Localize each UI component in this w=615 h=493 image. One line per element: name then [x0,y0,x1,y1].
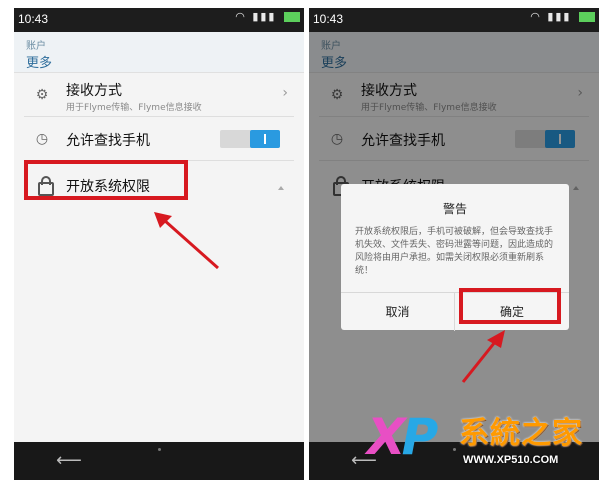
setting-subtitle: 用于Flyme传输、Flyme信息接收 [66,103,202,113]
setting-receive-mode[interactable]: ⚙ 接收方式 用于Flyme传输、Flyme信息接收 › [24,74,294,117]
highlight-box [459,288,561,324]
expand-icon [278,186,284,190]
chevron-right-icon: › [282,85,288,101]
phone-screen-left: 10:43 ◠ ▮▮▮ 账户 更多 ⚙ 接收方式 用于Flyme传输、Flyme… [14,8,304,480]
status-bar: 10:43 ◠ ▮▮▮ [14,8,304,32]
status-time: 10:43 [313,12,344,26]
pointer-arrow [154,212,219,270]
highlight-box [24,160,188,200]
dialog-title: 警告 [442,202,467,216]
find-phone-toggle[interactable] [220,130,280,148]
watermark-logo: XP 系統之家 WWW.XP510.COM [367,404,607,484]
battery-icon [284,12,300,22]
toggle-knob [250,130,280,148]
dialog-message: 开放系统权限后，手机可被破解，但会导致查找手机失效、文件丢失、密码泄露等问题，因… [355,227,554,276]
cancel-button[interactable]: 取消 [341,293,455,331]
status-time: 10:43 [18,12,49,26]
breadcrumb[interactable]: 账户 [26,37,46,52]
page-title: 更多 [26,56,53,71]
battery-icon [579,12,595,22]
setting-label: 允许查找手机 [66,133,150,149]
signal-icon: ▮▮▮ [547,10,572,23]
page-header: 账户 更多 [14,32,304,73]
back-arrow-icon[interactable]: ⟵ [56,452,82,470]
status-icons: ◠ ▮▮▮ [235,10,300,23]
wifi-icon: ◠ [530,10,542,23]
watermark-url: WWW.XP510.COM [463,454,559,466]
status-bar: 10:43 ◠ ▮▮▮ [309,8,599,32]
setting-find-phone: ◷ 允许查找手机 [24,118,294,161]
status-icons: ◠ ▮▮▮ [530,10,595,23]
nav-bar: ⟵ [14,442,304,480]
pointer-arrow [461,330,505,383]
xp-logo: XP [367,408,438,466]
wifi-icon: ◠ [235,10,247,23]
nav-dot [158,448,161,451]
clock-icon: ◷ [35,131,49,147]
watermark-brand: 系統之家 [459,416,583,451]
signal-icon: ▮▮▮ [252,10,277,23]
gear-icon: ⚙ [35,87,49,103]
setting-label: 接收方式 [66,83,122,99]
